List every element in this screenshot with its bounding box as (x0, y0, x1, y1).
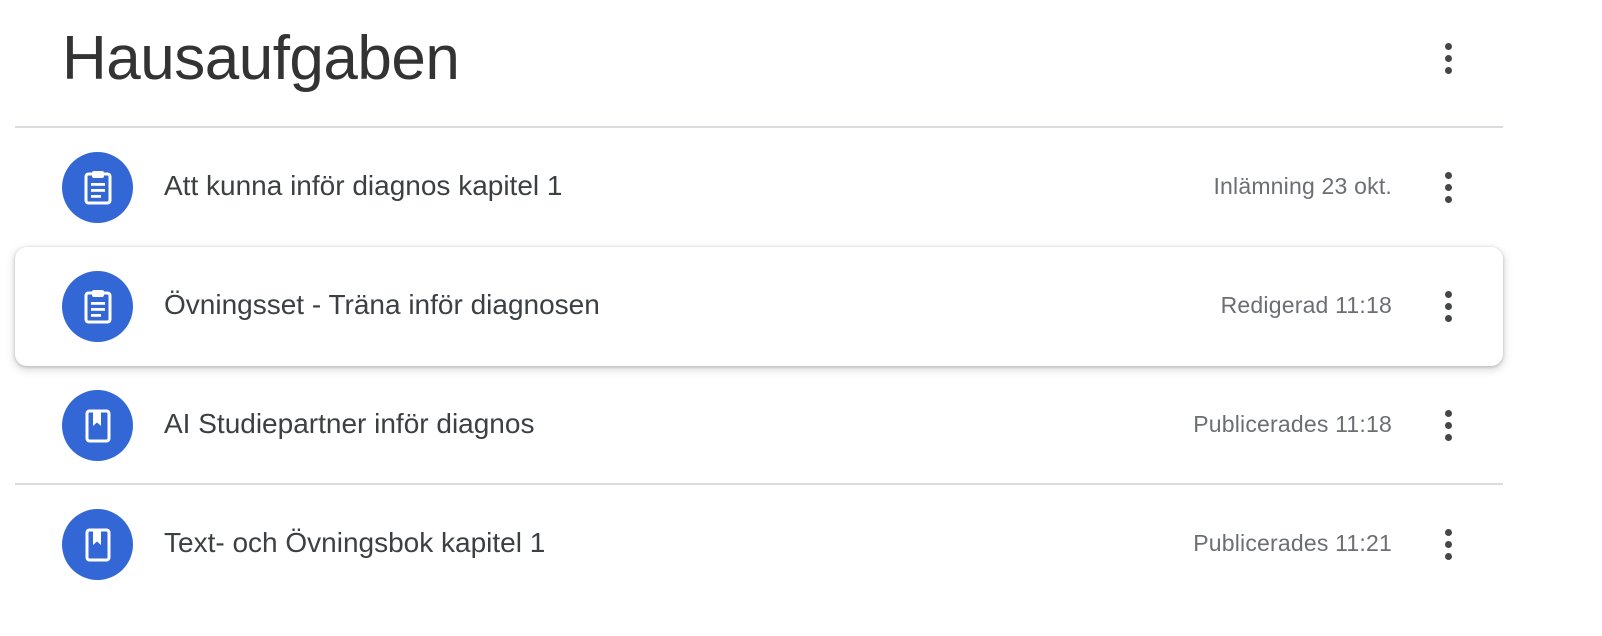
item-more-options-button[interactable] (1424, 282, 1472, 330)
material-icon (62, 509, 133, 580)
more-vert-icon (1444, 42, 1452, 50)
classwork-item-material[interactable]: Text- och Övningsbok kapitel 1 Publicera… (15, 485, 1503, 604)
more-vert-icon (1444, 290, 1452, 298)
item-title[interactable]: Text- och Övningsbok kapitel 1 (164, 523, 545, 563)
item-title[interactable]: Att kunna inför diagnos kapitel 1 (164, 166, 562, 206)
item-due-date: Inlämning 23 okt. (1213, 173, 1392, 199)
material-icon (62, 390, 133, 461)
topic-more-options-button[interactable] (1424, 34, 1472, 82)
more-vert-icon (1444, 409, 1452, 417)
item-published-time: Publicerades 11:18 (1193, 411, 1392, 437)
item-more-options-button[interactable] (1424, 520, 1472, 568)
classwork-item-material[interactable]: AI Studiepartner inför diagnos Publicera… (15, 366, 1503, 485)
topic-section: Hausaufgaben Att kunna inför diagnos kap… (15, 0, 1503, 604)
item-more-options-button[interactable] (1424, 163, 1472, 211)
classwork-item-assignment[interactable]: Övningsset - Träna inför diagnosen Redig… (15, 247, 1503, 366)
more-vert-icon (1444, 528, 1452, 536)
item-title[interactable]: AI Studiepartner inför diagnos (164, 404, 534, 444)
item-more-options-button[interactable] (1424, 401, 1472, 449)
topic-title: Hausaufgaben (62, 24, 460, 93)
assignment-icon (62, 152, 133, 223)
more-vert-icon (1444, 171, 1452, 179)
classwork-item-assignment[interactable]: Att kunna inför diagnos kapitel 1 Inlämn… (15, 128, 1503, 247)
item-published-time: Publicerades 11:21 (1193, 530, 1392, 556)
item-edited-time: Redigerad 11:18 (1220, 292, 1392, 318)
topic-header: Hausaufgaben (15, 0, 1503, 128)
item-title[interactable]: Övningsset - Träna inför diagnosen (164, 285, 600, 325)
assignment-icon (62, 271, 133, 342)
